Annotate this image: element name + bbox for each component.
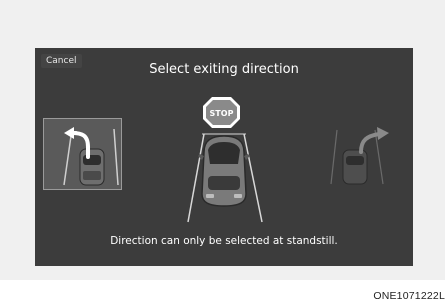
parking-line-icon — [113, 128, 119, 186]
display-screen: Cancel Select exiting direction STOP Dir… — [35, 48, 413, 266]
dialog-title: Select exiting direction — [149, 62, 299, 77]
stop-sign-icon: STOP — [203, 97, 240, 128]
center-parking-scene: STOP — [182, 94, 267, 224]
car-icon — [342, 149, 368, 185]
standstill-message: Direction can only be selected at stands… — [110, 235, 338, 247]
figure-frame: Cancel Select exiting direction STOP Dir… — [0, 0, 445, 280]
car-front-icon — [198, 135, 250, 207]
parking-line-icon — [187, 133, 205, 223]
parking-line-icon — [63, 128, 73, 186]
parking-line-icon — [243, 133, 263, 223]
exit-left-option[interactable] — [43, 118, 122, 190]
parking-line-icon — [330, 129, 338, 185]
exit-right-option[interactable] — [327, 118, 404, 188]
car-icon — [79, 148, 105, 186]
stop-sign-text: STOP — [210, 109, 234, 118]
figure-caption: ONE1071222L — [373, 290, 445, 302]
